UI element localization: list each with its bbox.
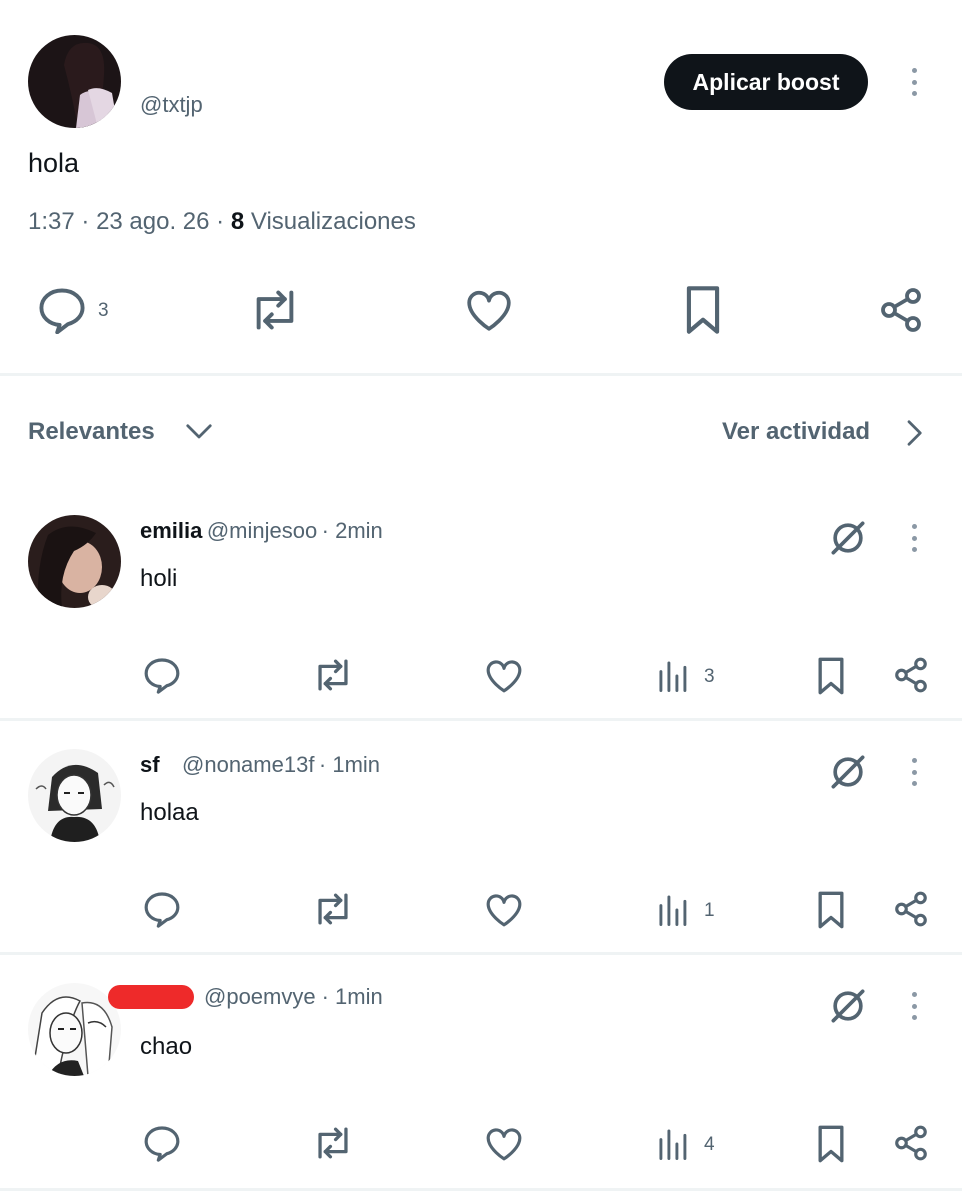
- views-label: Visualizaciones: [250, 208, 416, 235]
- author-avatar[interactable]: [28, 35, 121, 128]
- reply-author-handle[interactable]: @poemvye: [204, 984, 316, 1010]
- reply-button[interactable]: [142, 656, 182, 694]
- reply-author-handle[interactable]: @minjesoo: [207, 518, 317, 543]
- reply-text: holi: [140, 565, 178, 592]
- reply-text: chao: [140, 1033, 193, 1060]
- more-options-icon[interactable]: [904, 754, 924, 790]
- more-options-icon[interactable]: [904, 64, 924, 100]
- reply-time: · 1min: [321, 984, 383, 1009]
- post-meta: 1:37 · 23 ago. 26 · 8 Visualizaciones: [28, 208, 416, 236]
- reply-avatar[interactable]: [28, 515, 121, 608]
- bookmark-button[interactable]: [814, 656, 848, 696]
- views-icon[interactable]: [658, 894, 690, 926]
- views-count: 3: [704, 666, 715, 687]
- divider: [0, 952, 962, 955]
- post-time: 1:37: [28, 208, 75, 235]
- reply-time: · 2min: [321, 518, 383, 543]
- more-options-icon[interactable]: [904, 988, 924, 1024]
- bookmark-button[interactable]: [814, 890, 848, 930]
- reply-header: sf @noname13f · 1min: [140, 752, 380, 778]
- reply-count: 3: [98, 300, 109, 321]
- reply-author-name[interactable]: emilia: [140, 518, 202, 543]
- bookmark-button[interactable]: [682, 284, 724, 336]
- hide-reply-icon[interactable]: [826, 516, 870, 560]
- post-text: hola: [28, 148, 80, 178]
- hide-reply-icon[interactable]: [826, 750, 870, 794]
- sort-dropdown-label[interactable]: Relevantes: [28, 418, 155, 446]
- post-date: 23 ago. 26: [96, 208, 210, 235]
- chevron-down-icon[interactable]: [184, 420, 214, 444]
- divider: [0, 718, 962, 721]
- more-options-icon[interactable]: [904, 520, 924, 556]
- share-button[interactable]: [892, 656, 930, 694]
- divider: [0, 373, 962, 376]
- chevron-right-icon[interactable]: [904, 418, 924, 448]
- repost-button[interactable]: [310, 656, 356, 694]
- separator: ·: [216, 208, 225, 235]
- like-button[interactable]: [484, 656, 524, 694]
- reply-avatar[interactable]: [28, 749, 121, 842]
- like-button[interactable]: [484, 890, 524, 928]
- author-handle[interactable]: @txtjp: [140, 92, 203, 118]
- reply-header: @poemvye · 1min: [108, 984, 383, 1010]
- bookmark-button[interactable]: [814, 1124, 848, 1164]
- reply-button[interactable]: [142, 1124, 182, 1162]
- repost-button[interactable]: [310, 1124, 356, 1162]
- reply-text: holaa: [140, 799, 199, 826]
- reply-author-handle[interactable]: @noname13f: [182, 752, 314, 777]
- share-button[interactable]: [876, 286, 926, 334]
- views-count: 1: [704, 900, 715, 921]
- reply-header: emilia @minjesoo · 2min: [140, 518, 383, 544]
- repost-button[interactable]: [246, 286, 304, 334]
- reply-button[interactable]: [142, 890, 182, 928]
- boost-button[interactable]: Aplicar boost: [664, 54, 868, 110]
- redaction-mark: [108, 985, 194, 1009]
- divider: [0, 1188, 962, 1191]
- repost-button[interactable]: [310, 890, 356, 928]
- views-count: 4: [704, 1134, 715, 1155]
- like-button[interactable]: [484, 1124, 524, 1162]
- views-count: 8: [230, 208, 245, 235]
- hide-reply-icon[interactable]: [826, 984, 870, 1028]
- share-button[interactable]: [892, 1124, 930, 1162]
- reply-button[interactable]: [36, 286, 88, 334]
- reply-author-name[interactable]: sf: [140, 752, 160, 777]
- reply-time: · 1min: [318, 752, 381, 777]
- views-icon[interactable]: [658, 660, 690, 692]
- like-button[interactable]: [464, 286, 514, 332]
- separator: ·: [81, 208, 90, 235]
- views-icon[interactable]: [658, 1128, 690, 1160]
- share-button[interactable]: [892, 890, 930, 928]
- view-activity-link[interactable]: Ver actividad: [722, 418, 870, 446]
